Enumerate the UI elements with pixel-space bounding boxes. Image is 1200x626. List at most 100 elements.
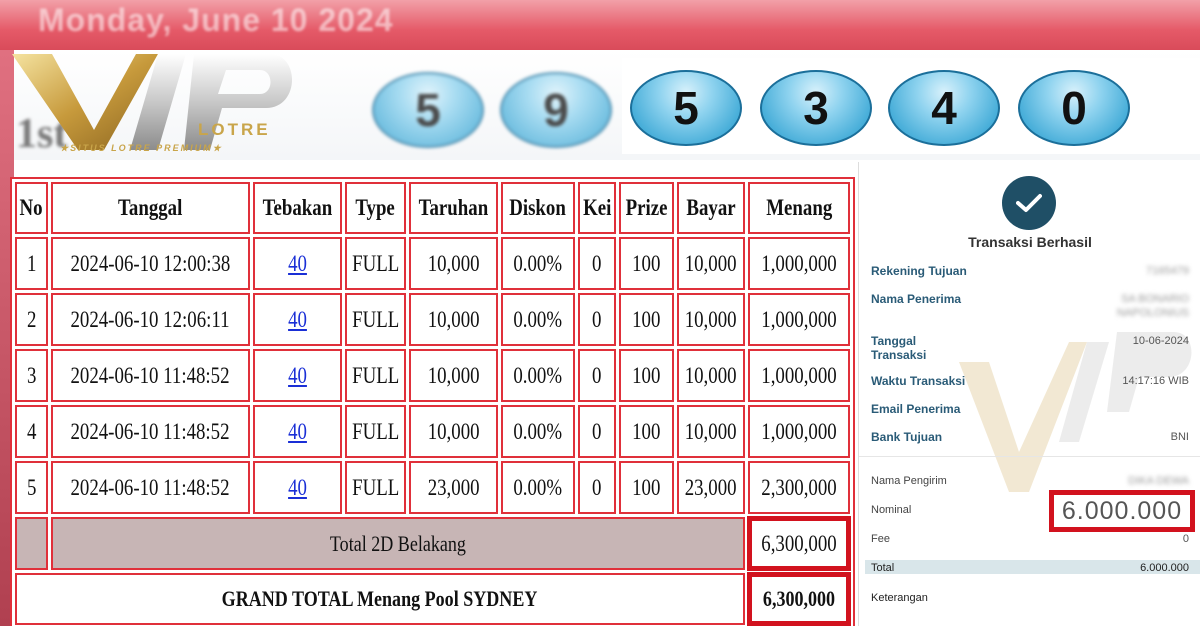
grand-total-row: GRAND TOTAL Menang Pool SYDNEY 6,300,000 bbox=[15, 572, 852, 626]
header-bayar: Bayar bbox=[677, 182, 745, 234]
top-banner: Monday, June 10 2024 bbox=[0, 0, 1200, 50]
cell-tebakan-link[interactable]: 40 bbox=[252, 237, 342, 290]
cell-menang: 1,000,000 bbox=[747, 237, 850, 290]
cell-tanggal: 2024-06-10 11:48:52 bbox=[51, 461, 250, 514]
keterangan-label: Keterangan bbox=[871, 592, 928, 604]
keterangan-row: Keterangan bbox=[871, 591, 1189, 607]
cell-menang: 1,000,000 bbox=[747, 405, 850, 458]
waktu-label: Waktu Transaksi bbox=[871, 374, 966, 388]
email-row: Email Penerima bbox=[871, 402, 1189, 418]
cell-taruhan: 10,000 bbox=[409, 349, 499, 402]
total-value: 6,300,000 bbox=[746, 516, 852, 571]
cell-taruhan: 10,000 bbox=[409, 293, 499, 346]
cell-tebakan-link[interactable]: 40 bbox=[252, 349, 342, 402]
cell-tebakan-link[interactable]: 40 bbox=[252, 461, 342, 514]
pengirim-value: DIKA DEWA bbox=[1128, 475, 1189, 487]
total-label: Total 2D Belakang bbox=[51, 517, 745, 570]
cell-tebakan-link[interactable]: 40 bbox=[252, 293, 342, 346]
cell-bayar: 10,000 bbox=[677, 237, 745, 290]
result-ball-6: 0 bbox=[1018, 70, 1130, 146]
cell-taruhan: 10,000 bbox=[409, 405, 499, 458]
vip-lotre-logo bbox=[8, 46, 308, 158]
logo-name: LOTRE bbox=[198, 120, 271, 139]
fee-label: Fee bbox=[871, 533, 890, 545]
tanggal-value: 10-06-2024 bbox=[1132, 335, 1189, 347]
cell-bayar: 10,000 bbox=[677, 349, 745, 402]
fee-value: 0 bbox=[1182, 533, 1189, 545]
cell-type: FULL bbox=[344, 237, 407, 290]
cell-tanggal: 2024-06-10 12:00:38 bbox=[51, 237, 250, 290]
logo-tagline: ★SITUS LOTRE PREMIUM★ bbox=[60, 143, 223, 153]
bank-label: Bank Tujuan bbox=[871, 430, 943, 444]
receipt-title: Transaksi Berhasil bbox=[968, 234, 1092, 250]
cell-tebakan-link[interactable]: 40 bbox=[252, 405, 342, 458]
cell-no: 2 bbox=[15, 293, 49, 346]
grand-total-value: 6,300,000 bbox=[746, 572, 852, 626]
table-header-row: No Tanggal Tebakan Type Taruhan Diskon K… bbox=[15, 182, 850, 234]
cell-menang: 2,300,000 bbox=[747, 461, 850, 514]
cell-diskon: 0.00% bbox=[501, 293, 575, 346]
penerima-value: SA BONARIO NAPOLONIUS bbox=[1116, 293, 1189, 319]
cell-prize: 100 bbox=[619, 349, 675, 402]
nominal-value: 6.000.000 bbox=[1049, 490, 1195, 532]
draw-date: Monday, June 10 2024 bbox=[38, 2, 394, 38]
rekening-value: 7165479 bbox=[1146, 265, 1189, 277]
result-ball-3: 5 bbox=[630, 70, 742, 146]
cell-kei: 0 bbox=[577, 405, 617, 458]
nominal-label: Nominal bbox=[871, 504, 912, 516]
cell-kei: 0 bbox=[577, 461, 617, 514]
cell-kei: 0 bbox=[577, 237, 617, 290]
bank-row: Bank Tujuan BNI bbox=[871, 430, 1189, 446]
cell-kei: 0 bbox=[577, 293, 617, 346]
waktu-row: Waktu Transaksi 14:17:16 WIB bbox=[871, 374, 1189, 390]
cell-bayar: 23,000 bbox=[677, 461, 745, 514]
header-tebakan: Tebakan bbox=[252, 182, 342, 234]
header-tanggal: Tanggal bbox=[51, 182, 250, 234]
cell-prize: 100 bbox=[619, 405, 675, 458]
receipt-total-label: Total bbox=[871, 562, 895, 574]
tanggal-label: Tanggal Transaksi bbox=[871, 334, 927, 362]
header-diskon: Diskon bbox=[501, 182, 575, 234]
pengirim-row: Nama Pengirim DIKA DEWA bbox=[871, 474, 1189, 490]
email-label: Email Penerima bbox=[871, 402, 961, 416]
grand-total-label: GRAND TOTAL Menang Pool SYDNEY bbox=[15, 573, 745, 625]
pengirim-label: Nama Pengirim bbox=[871, 475, 947, 487]
transfer-receipt: Transaksi Berhasil Rekening Tujuan 71654… bbox=[858, 162, 1200, 626]
cell-bayar: 10,000 bbox=[677, 293, 745, 346]
cell-type: FULL bbox=[344, 405, 407, 458]
table-row: 1 2024-06-10 12:00:38 40 FULL 10,000 0.0… bbox=[15, 237, 850, 290]
cell-taruhan: 10,000 bbox=[409, 237, 499, 290]
cell-diskon: 0.00% bbox=[501, 461, 575, 514]
cell-prize: 100 bbox=[619, 237, 675, 290]
result-ball-5: 4 bbox=[888, 70, 1000, 146]
cell-prize: 100 bbox=[619, 461, 675, 514]
result-ball-4: 3 bbox=[760, 70, 872, 146]
rekening-row: Rekening Tujuan 7165479 bbox=[871, 264, 1189, 280]
table-row: 3 2024-06-10 11:48:52 40 FULL 10,000 0.0… bbox=[15, 349, 850, 402]
header-kei: Kei bbox=[577, 182, 617, 234]
cell-bayar: 10,000 bbox=[677, 405, 745, 458]
cell-tanggal: 2024-06-10 11:48:52 bbox=[51, 405, 250, 458]
total-row: Total 2D Belakang 6,300,000 bbox=[15, 516, 852, 571]
cell-no: 1 bbox=[15, 237, 49, 290]
result-ball-2: 9 bbox=[500, 72, 612, 148]
fee-row: Fee 0 bbox=[871, 532, 1189, 548]
cell-taruhan: 23,000 bbox=[409, 461, 499, 514]
receipt-total-row: Total 6.000.000 bbox=[871, 561, 1189, 575]
cell-type: FULL bbox=[344, 349, 407, 402]
cell-diskon: 0.00% bbox=[501, 349, 575, 402]
header-taruhan: Taruhan bbox=[409, 182, 499, 234]
penerima-label: Nama Penerima bbox=[871, 292, 962, 306]
cell-tanggal: 2024-06-10 12:06:11 bbox=[51, 293, 250, 346]
rekening-label: Rekening Tujuan bbox=[871, 264, 967, 278]
cell-menang: 1,000,000 bbox=[747, 349, 850, 402]
header-type: Type bbox=[344, 182, 407, 234]
cell-diskon: 0.00% bbox=[501, 405, 575, 458]
header-no: No bbox=[15, 182, 49, 234]
total-empty-cell bbox=[15, 517, 49, 570]
bank-value: BNI bbox=[1170, 431, 1189, 443]
header-menang: Menang bbox=[747, 182, 850, 234]
cell-type: FULL bbox=[344, 293, 407, 346]
penerima-row: Nama Penerima SA BONARIO NAPOLONIUS bbox=[871, 292, 1189, 322]
receipt-total-value: 6.000.000 bbox=[1140, 562, 1189, 574]
